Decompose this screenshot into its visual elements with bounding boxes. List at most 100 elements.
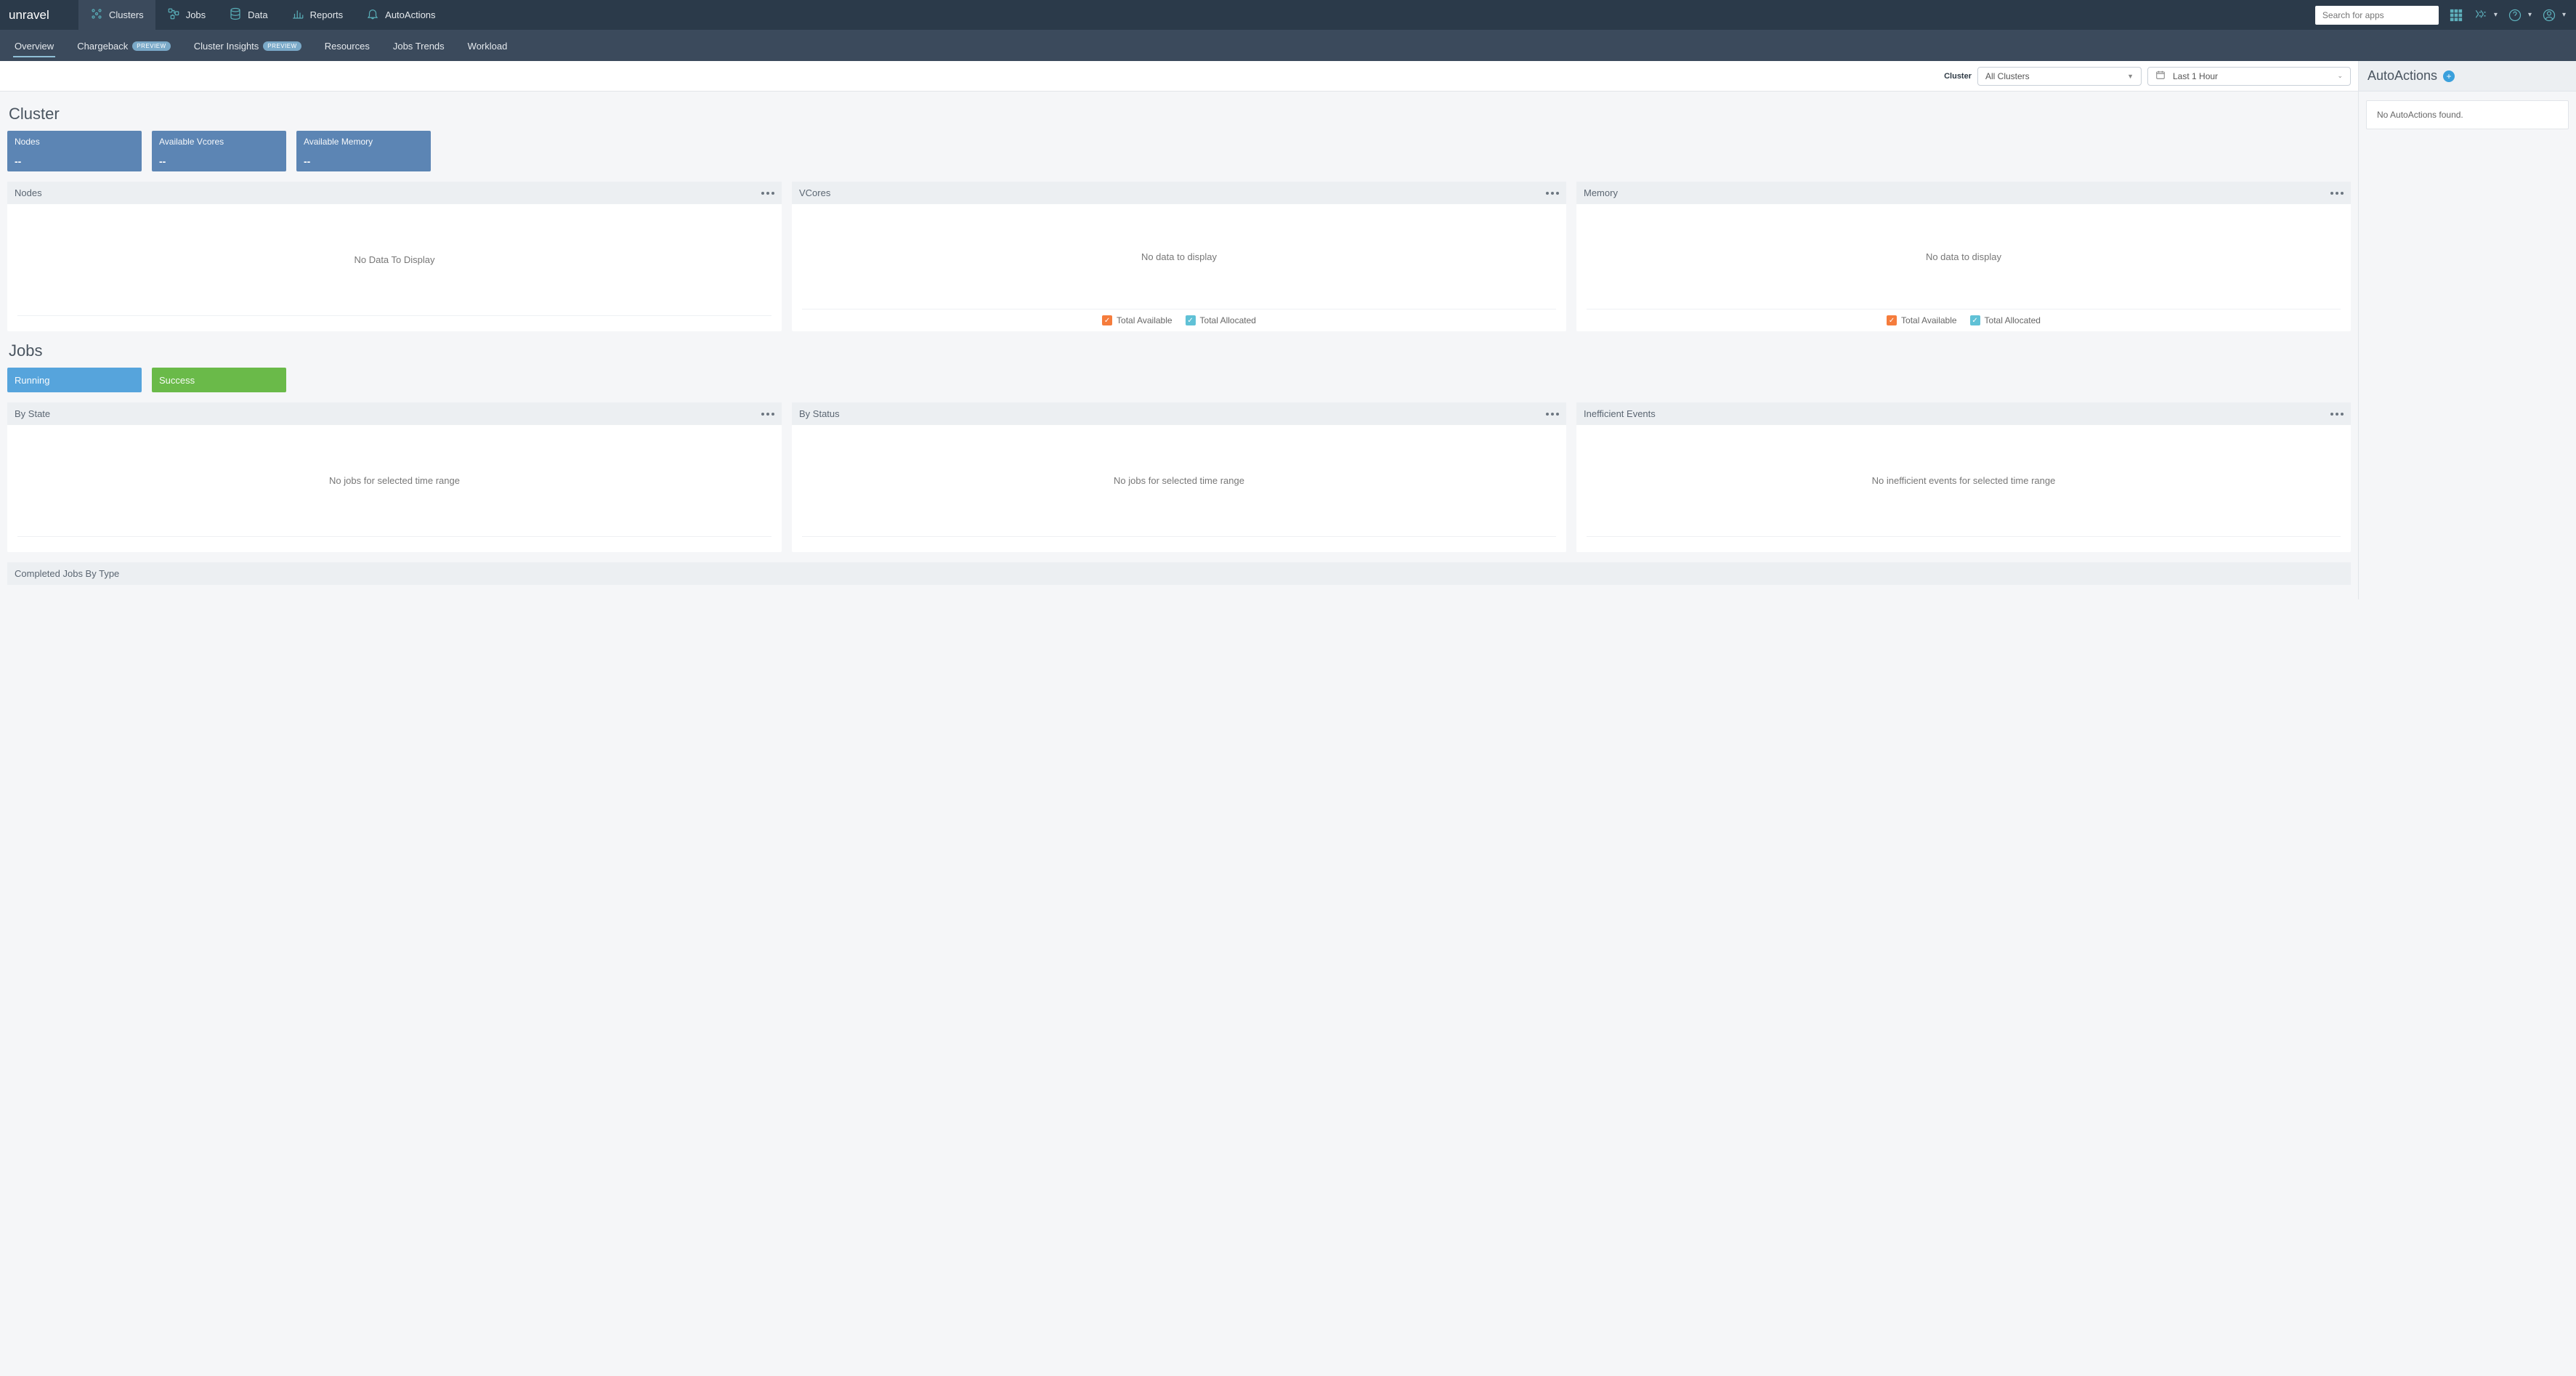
- nav-label: Jobs: [186, 9, 206, 20]
- bell-icon: [366, 7, 379, 23]
- subnav-label: Resources: [325, 41, 370, 52]
- check-icon: ✓: [1970, 315, 1980, 325]
- apps-grid-icon[interactable]: [2449, 8, 2463, 23]
- legend-total-available[interactable]: ✓ Total Available: [1887, 315, 1957, 325]
- cluster-select[interactable]: All Clusters ▼: [1977, 67, 2142, 86]
- side-panel: AutoActions + No AutoActions found.: [2358, 61, 2576, 599]
- subnav-label: Workload: [468, 41, 508, 52]
- tile-success[interactable]: Success: [152, 368, 286, 392]
- side-empty-text: No AutoActions found.: [2377, 110, 2463, 120]
- tile-label: Available Vcores: [159, 137, 279, 147]
- panel-menu[interactable]: [1546, 192, 1559, 195]
- legend-label: Total Available: [1117, 315, 1172, 325]
- tile-running[interactable]: Running: [7, 368, 142, 392]
- panel-title: By State: [15, 408, 50, 419]
- tile-vcores[interactable]: Available Vcores --: [152, 131, 286, 171]
- panel-empty-text: No data to display: [1576, 204, 2351, 309]
- subnav-jobstrends[interactable]: Jobs Trends: [381, 31, 456, 60]
- legend-label: Total Allocated: [1200, 315, 1256, 325]
- legend-total-allocated[interactable]: ✓ Total Allocated: [1970, 315, 2041, 325]
- time-value: Last 1 Hour: [2173, 71, 2218, 81]
- search-input[interactable]: [2315, 6, 2439, 25]
- panel-by-status: By Status No jobs for selected time rang…: [792, 402, 1566, 552]
- panel-title: By Status: [799, 408, 840, 419]
- preview-badge: PREVIEW: [132, 41, 170, 51]
- help-icon[interactable]: [2508, 8, 2522, 23]
- panel-empty-text: No jobs for selected time range: [792, 425, 1566, 536]
- subnav-label: Cluster Insights: [194, 41, 259, 52]
- panel-menu[interactable]: [1546, 413, 1559, 416]
- calendar-icon: [2155, 70, 2166, 82]
- tile-label: Running: [15, 375, 134, 386]
- reports-icon: [291, 7, 304, 23]
- panel-menu[interactable]: [2330, 413, 2344, 416]
- tile-value: --: [304, 155, 424, 167]
- jobs-icon: [167, 7, 180, 23]
- tile-label: Nodes: [15, 137, 134, 147]
- panel-empty-text: No inefficient events for selected time …: [1576, 425, 2351, 536]
- cluster-value: All Clusters: [1985, 71, 2030, 81]
- subnav-workload[interactable]: Workload: [456, 31, 519, 60]
- legend-label: Total Allocated: [1985, 315, 2041, 325]
- subnav-label: Overview: [15, 41, 54, 52]
- panel-empty-text: No jobs for selected time range: [7, 425, 782, 536]
- caret-icon: ▾: [2562, 11, 2566, 19]
- chevron-down-icon: ⌄: [2337, 72, 2343, 80]
- panel-by-state: By State No jobs for selected time range: [7, 402, 782, 552]
- user-icon[interactable]: [2542, 8, 2556, 23]
- chevron-down-icon: ▼: [2127, 73, 2134, 80]
- subnav-chargeback[interactable]: Chargeback PREVIEW: [65, 31, 182, 60]
- add-autoaction-button[interactable]: +: [2443, 70, 2455, 82]
- panel-title: Nodes: [15, 187, 42, 198]
- legend-label: Total Available: [1901, 315, 1957, 325]
- tile-memory[interactable]: Available Memory --: [296, 131, 431, 171]
- section-title-cluster: Cluster: [9, 105, 2351, 124]
- brand-logo[interactable]: unravel: [0, 0, 78, 30]
- panel-memory: Memory No data to display ✓ Total Availa…: [1576, 182, 2351, 331]
- panel-vcores: VCores No data to display ✓ Total Availa…: [792, 182, 1566, 331]
- panel-title: Completed Jobs By Type: [15, 568, 119, 579]
- nav-data[interactable]: Data: [217, 0, 279, 30]
- tile-nodes[interactable]: Nodes --: [7, 131, 142, 171]
- sub-nav: Overview Chargeback PREVIEW Cluster Insi…: [0, 30, 2576, 61]
- nav-reports[interactable]: Reports: [280, 0, 355, 30]
- tile-value: --: [15, 155, 134, 167]
- panel-title: Memory: [1584, 187, 1618, 198]
- panel-empty-text: No Data To Display: [7, 204, 782, 315]
- check-icon: ✓: [1186, 315, 1196, 325]
- clusters-icon: [90, 7, 103, 23]
- check-icon: ✓: [1102, 315, 1112, 325]
- nav-label: Reports: [310, 9, 344, 20]
- caret-icon: ▾: [2494, 11, 2498, 19]
- tile-label: Available Memory: [304, 137, 424, 147]
- panel-completed-jobs: Completed Jobs By Type: [7, 562, 2351, 585]
- nav-jobs[interactable]: Jobs: [155, 0, 217, 30]
- subnav-overview[interactable]: Overview: [3, 31, 65, 60]
- side-title: AutoActions: [2368, 68, 2437, 84]
- filter-bar: Cluster All Clusters ▼ Last 1 Hour ⌄: [0, 61, 2358, 92]
- check-icon: ✓: [1887, 315, 1897, 325]
- nav-clusters[interactable]: Clusters: [78, 0, 155, 30]
- panel-inefficient-events: Inefficient Events No inefficient events…: [1576, 402, 2351, 552]
- preview-badge: PREVIEW: [263, 41, 301, 51]
- nav-label: Clusters: [109, 9, 144, 20]
- legend-total-allocated[interactable]: ✓ Total Allocated: [1186, 315, 1256, 325]
- cluster-label: Cluster: [1944, 72, 1972, 81]
- panel-empty-text: No data to display: [792, 204, 1566, 309]
- nav-right: ▾ ▾ ▾: [2305, 0, 2576, 30]
- nav-autoactions[interactable]: AutoActions: [355, 0, 447, 30]
- time-range-select[interactable]: Last 1 Hour ⌄: [2147, 67, 2351, 86]
- tile-value: --: [159, 155, 279, 167]
- panel-menu[interactable]: [2330, 192, 2344, 195]
- panel-menu[interactable]: [761, 192, 774, 195]
- settings-icon[interactable]: [2474, 8, 2488, 23]
- section-title-jobs: Jobs: [9, 341, 2351, 360]
- nav-label: AutoActions: [385, 9, 435, 20]
- subnav-clusterinsights[interactable]: Cluster Insights PREVIEW: [182, 31, 313, 60]
- panel-title: Inefficient Events: [1584, 408, 1656, 419]
- panel-nodes: Nodes No Data To Display: [7, 182, 782, 331]
- subnav-resources[interactable]: Resources: [313, 31, 381, 60]
- nav-label: Data: [248, 9, 267, 20]
- panel-menu[interactable]: [761, 413, 774, 416]
- legend-total-available[interactable]: ✓ Total Available: [1102, 315, 1172, 325]
